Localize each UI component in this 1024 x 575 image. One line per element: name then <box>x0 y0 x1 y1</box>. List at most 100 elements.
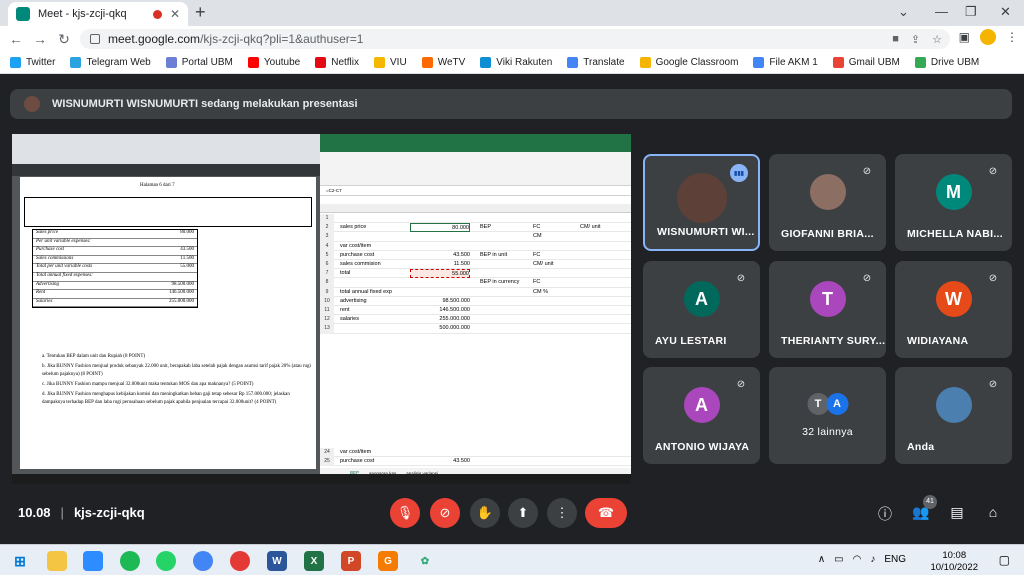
close-window-button[interactable]: ✕ <box>1000 4 1011 20</box>
participant-tile[interactable]: T ⊘ THERIANTY SURY... <box>769 261 886 358</box>
bookmark-item[interactable]: Translate <box>567 57 625 68</box>
camera-toggle-button[interactable]: ⊘ <box>430 498 460 528</box>
windows-start-icon[interactable]: ⊞ <box>10 551 30 571</box>
bookmark-star-icon[interactable]: ☆ <box>932 33 942 46</box>
excel-icon[interactable]: X <box>304 551 324 571</box>
mic-toggle-button[interactable]: 🎙 <box>390 498 420 528</box>
back-arrow-icon[interactable]: ← <box>4 31 28 47</box>
participant-tile[interactable]: ▮▮▮ WISNUMURTI WI... <box>643 154 760 251</box>
participant-tile[interactable]: A ⊘ ANTONIO WIJAYA <box>643 367 760 464</box>
bookmark-item[interactable]: Viki Rakuten <box>480 57 552 68</box>
participant-tile[interactable]: ⊘ GIOFANNI BRIA... <box>769 154 886 251</box>
bookmark-item[interactable]: Telegram Web <box>70 57 151 68</box>
participant-tile[interactable]: M ⊘ MICHELLA NABI... <box>895 154 1012 251</box>
sheet-cell[interactable] <box>410 242 470 251</box>
more-options-button[interactable]: ⋮ <box>547 498 577 528</box>
raise-hand-button[interactable]: ✋ <box>470 498 500 528</box>
participant-tile[interactable]: A ⊘ AYU LESTARI <box>643 261 760 358</box>
new-tab-button[interactable]: + <box>195 2 206 23</box>
battery-icon[interactable]: ▭ <box>834 554 843 565</box>
file-explorer-icon[interactable] <box>47 551 67 571</box>
sheet-cell[interactable] <box>410 278 470 287</box>
spotify-icon[interactable] <box>120 551 140 571</box>
sheet-cell[interactable] <box>410 214 470 223</box>
tray-chevron-icon[interactable]: ∧ <box>818 554 825 565</box>
powerpoint-icon[interactable]: P <box>341 551 361 571</box>
bookmark-item[interactable]: Netflix <box>315 57 359 68</box>
participant-tile[interactable]: W ⊘ WIDIAYANA <box>895 261 1012 358</box>
sheet-cell[interactable] <box>410 448 470 457</box>
bookmark-item[interactable]: VIU <box>374 57 407 68</box>
bookmark-item[interactable]: Google Classroom <box>639 57 738 68</box>
sheet-cell[interactable]: total annual fixed exp <box>340 288 392 297</box>
sheet-cell[interactable]: BEP <box>480 223 491 232</box>
bookmark-item[interactable]: WeTV <box>421 57 465 68</box>
sheet-cell[interactable]: purchase cost <box>340 457 374 466</box>
sheet-cell[interactable]: sales price <box>340 223 366 232</box>
sheet-cell[interactable]: CM % <box>533 288 548 297</box>
notification-icon[interactable]: ▢ <box>999 553 1010 567</box>
sheet-cell[interactable]: salaries <box>340 315 359 324</box>
zoom-icon[interactable] <box>83 551 103 571</box>
bookmark-item[interactable]: Gmail UBM <box>832 57 900 68</box>
sheet-cell[interactable]: sales commision <box>340 260 381 269</box>
sheet-cell[interactable]: CM/ unit <box>533 260 553 269</box>
activities-icon[interactable]: ⌂ <box>984 504 1002 520</box>
app-icon[interactable] <box>230 551 250 571</box>
bookmark-item[interactable]: Drive UBM <box>914 57 979 68</box>
minimize-button[interactable]: — <box>935 4 948 19</box>
sheet-cell[interactable]: 55.000 <box>410 269 470 279</box>
sheet-cell[interactable]: 11.500 <box>410 260 470 269</box>
system-clock[interactable]: 10:08 10/10/2022 <box>930 550 978 574</box>
profile-avatar[interactable] <box>980 29 996 45</box>
tab-close-button[interactable]: ✕ <box>170 7 180 21</box>
bookmark-item[interactable]: Portal UBM <box>165 57 233 68</box>
network-icon[interactable]: ◠ <box>853 554 862 565</box>
plant-app-icon[interactable]: ✿ <box>415 551 435 571</box>
chat-icon[interactable]: ▤ <box>948 504 966 521</box>
bookmark-item[interactable]: File AKM 1 <box>753 57 818 68</box>
sheet-cell[interactable]: var cost/item <box>340 448 371 457</box>
camera-permission-icon[interactable]: ■ <box>892 33 899 45</box>
volume-icon[interactable]: ♪ <box>870 554 875 565</box>
leave-call-button[interactable]: ☎ <box>585 498 627 528</box>
sheet-cell[interactable]: FC <box>533 278 540 287</box>
sheet-cell[interactable]: advertising <box>340 297 367 306</box>
app-g-icon[interactable]: G <box>378 551 398 571</box>
sheet-cell[interactable]: var cost/item <box>340 242 371 251</box>
bookmark-item[interactable]: Twitter <box>10 57 55 68</box>
meeting-info-icon[interactable]: ⓘ <box>876 504 894 524</box>
word-icon[interactable]: W <box>267 551 287 571</box>
side-panel-icon[interactable]: ▣ <box>959 30 970 44</box>
sheet-cell[interactable] <box>410 288 470 297</box>
sheet-cell[interactable]: 146.500.000 <box>410 306 470 315</box>
sheet-cell[interactable]: 98.500.000 <box>410 297 470 306</box>
sheet-cell[interactable]: 80.000 <box>410 223 470 233</box>
sheet-cell[interactable]: CM <box>533 232 542 241</box>
sheet-cell[interactable]: 43.500 <box>410 457 470 466</box>
menu-kebab-icon[interactable]: ⋮ <box>1006 30 1018 44</box>
sheet-cell[interactable]: 500.000.000 <box>410 324 470 333</box>
sheet-cell[interactable]: purchase cost <box>340 251 374 260</box>
tab-meet[interactable]: Meet - kjs-zcji-qkq ✕ <box>8 2 188 26</box>
sheet-cell[interactable]: FC <box>533 223 540 232</box>
restore-button[interactable]: ❐ <box>965 4 977 20</box>
tab-search-icon[interactable]: ⌄ <box>898 4 909 20</box>
sheet-cell[interactable] <box>410 232 470 241</box>
url-input[interactable]: meet.google.com/kjs-zcji-qkq?pli=1&authu… <box>80 29 950 49</box>
sheet-cell[interactable]: rent <box>340 306 349 315</box>
sheet-cell[interactable]: BEP in currency <box>480 278 519 287</box>
sheet-cell[interactable]: BEP in unit <box>480 251 507 260</box>
participant-tile[interactable]: ⊘ Anda <box>895 367 1012 464</box>
sheet-cell[interactable]: 43.500 <box>410 251 470 260</box>
sheet-cell[interactable]: total <box>340 269 350 278</box>
chrome-icon[interactable] <box>193 551 213 571</box>
language-indicator[interactable]: ENG <box>884 554 906 565</box>
bookmark-item[interactable]: Youtube <box>247 57 300 68</box>
reload-icon[interactable]: ↻ <box>52 31 76 48</box>
share-icon[interactable]: ⇪ <box>911 33 920 46</box>
whatsapp-icon[interactable] <box>156 551 176 571</box>
participant-tile[interactable]: T A 32 lainnya <box>769 367 886 464</box>
sheet-cell[interactable]: 255.000.000 <box>410 315 470 324</box>
sheet-cell[interactable]: CM/ unit <box>580 223 600 232</box>
